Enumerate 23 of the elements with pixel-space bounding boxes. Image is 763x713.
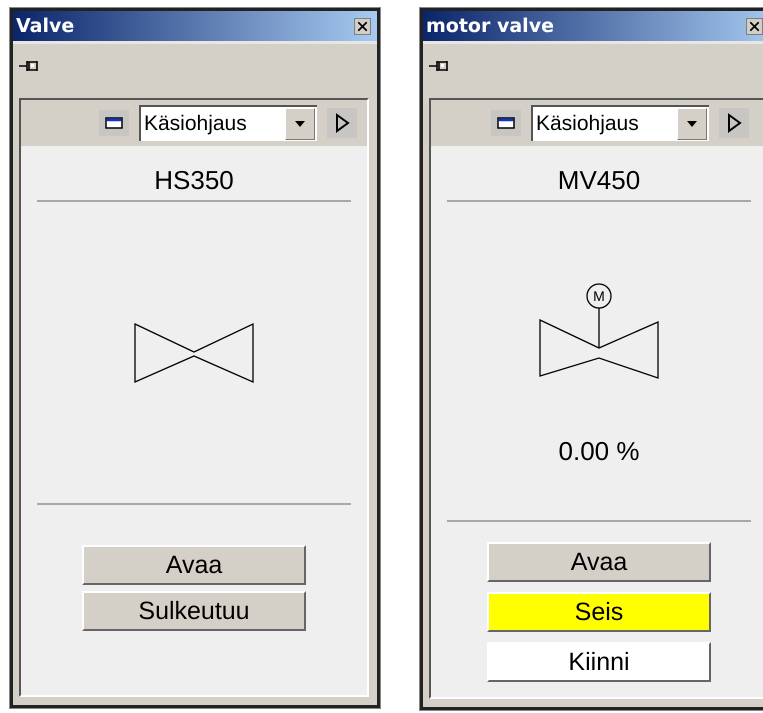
window-title: Valve [16, 15, 74, 37]
tag-name: MV450 [558, 164, 640, 197]
window-title: motor valve [426, 15, 554, 37]
play-icon[interactable] [327, 108, 357, 138]
close-icon[interactable] [354, 18, 371, 34]
pin-icon[interactable] [429, 59, 451, 73]
motor-label: M [593, 288, 605, 304]
close-icon[interactable] [746, 18, 763, 34]
mode-dropdown[interactable]: Käsiohjaus [531, 105, 709, 141]
mode-dropdown[interactable]: Käsiohjaus [139, 105, 317, 141]
command-button[interactable]: Avaa [82, 545, 306, 585]
caret-icon [687, 121, 697, 127]
window-icon[interactable] [99, 110, 129, 136]
command-button[interactable]: Avaa [487, 542, 711, 582]
command-button[interactable]: Sulkeutuu [82, 591, 306, 631]
caret-icon [295, 121, 305, 127]
tag-name: HS350 [154, 164, 234, 197]
command-button[interactable]: Seis [487, 592, 711, 632]
pin-icon[interactable] [19, 59, 41, 73]
position-reading: 0.00 % [558, 436, 640, 467]
command-button[interactable]: Kiinni [487, 642, 711, 682]
play-icon[interactable] [719, 108, 749, 138]
window-icon[interactable] [491, 110, 521, 136]
